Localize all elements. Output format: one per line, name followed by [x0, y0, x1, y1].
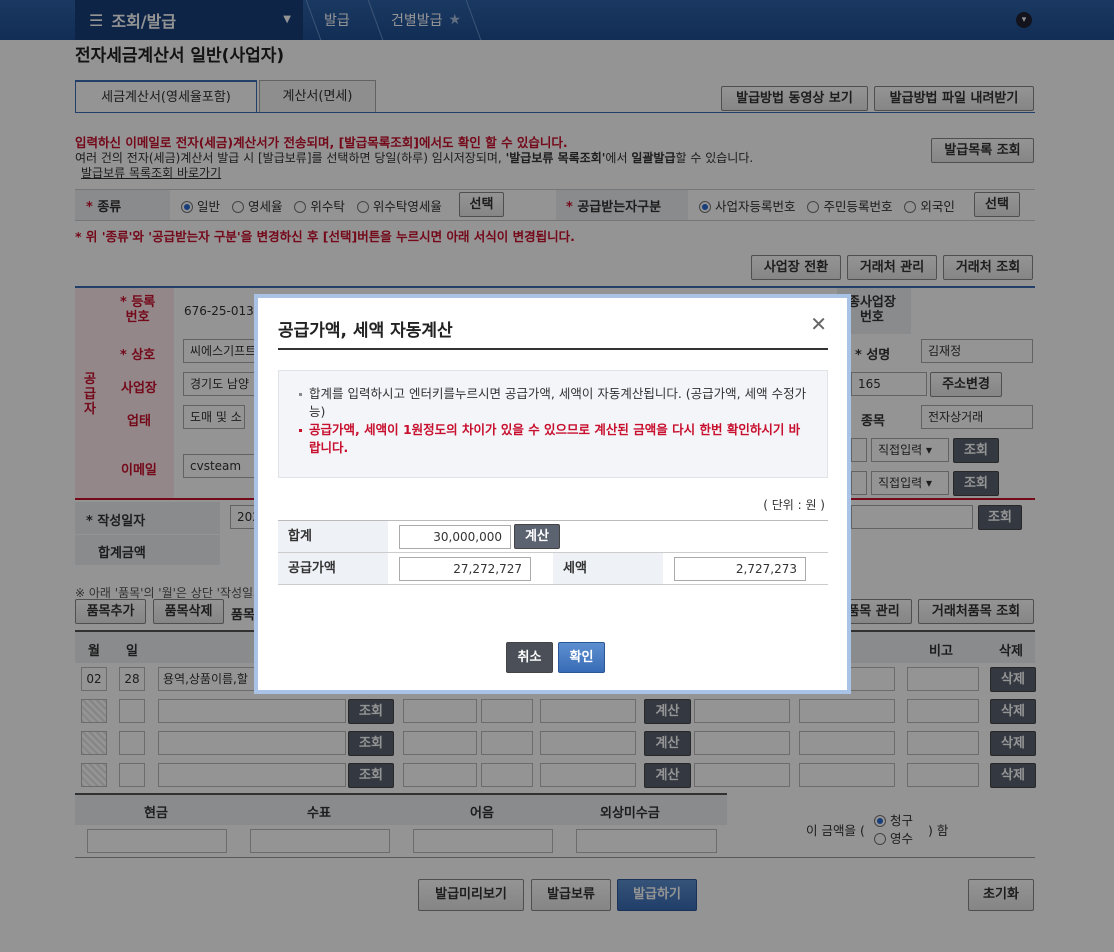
dialog-title: 공급가액, 세액 자동계산 — [278, 321, 453, 341]
confirm-button[interactable]: 확인 — [558, 642, 605, 673]
dialog-info-2: 공급가액, 세액이 1원정도의 차이가 있을 수 있으므로 계산된 금액을 다시… — [299, 421, 807, 457]
supply-label: 공급가액 — [278, 553, 388, 584]
auto-calc-dialog: 공급가액, 세액 자동계산 ✕ 합계를 입력하시고 엔터키를누르시면 공급가액,… — [254, 294, 851, 694]
total-input[interactable]: 30,000,000 — [399, 525, 511, 549]
dialog-title-divider — [278, 348, 828, 350]
dialog-info-1: 합계를 입력하시고 엔터키를누르시면 공급가액, 세액이 자동계산됩니다. (공… — [299, 385, 807, 421]
total-label: 합계 — [278, 521, 388, 552]
cancel-button[interactable]: 취소 — [506, 642, 553, 673]
amount-table: 합계 30,000,000 계산 공급가액 27,272,727 세액 2,72… — [278, 520, 828, 585]
supply-input[interactable]: 27,272,727 — [399, 557, 531, 581]
total-row: 합계 30,000,000 계산 — [278, 521, 828, 553]
calc-button[interactable]: 계산 — [514, 524, 560, 549]
supply-tax-row: 공급가액 27,272,727 세액 2,727,273 — [278, 553, 828, 585]
unit-label: ( 단위 : 원 ) — [763, 498, 825, 512]
close-icon[interactable]: ✕ — [810, 314, 827, 334]
tax-input[interactable]: 2,727,273 — [674, 557, 806, 581]
dialog-info-box: 합계를 입력하시고 엔터키를누르시면 공급가액, 세액이 자동계산됩니다. (공… — [278, 370, 828, 478]
tax-label: 세액 — [553, 553, 663, 584]
